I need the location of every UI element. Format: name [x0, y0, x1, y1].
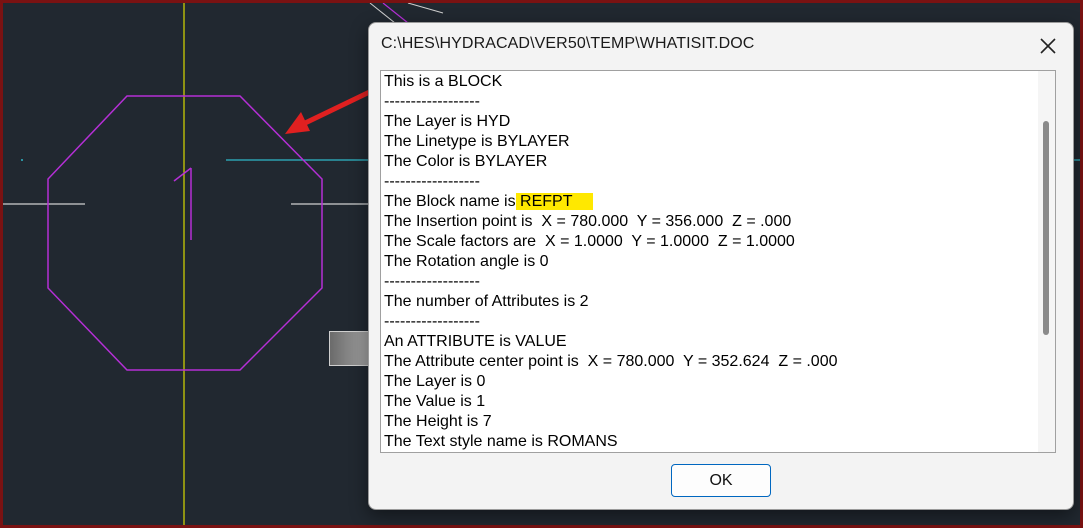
text-line: The Layer is HYD: [384, 113, 511, 130]
scrollbar-thumb[interactable]: [1043, 121, 1049, 335]
text-line: The Rotation angle is 0: [384, 253, 549, 270]
block-name-line: The Block name is REFPT: [384, 192, 1036, 212]
text-line: The Value is 1: [384, 393, 486, 410]
text-line: The Text style name is ROMANS: [384, 433, 618, 450]
gray-block-shape: [329, 331, 373, 366]
ok-button[interactable]: OK: [671, 464, 771, 497]
vertical-scrollbar[interactable]: [1038, 71, 1055, 452]
octagon-label-digit: [173, 167, 192, 240]
close-button[interactable]: [1035, 33, 1061, 59]
dialog-title: C:\HES\HYDRACAD\VER50\TEMP\WHATISIT.DOC: [381, 35, 755, 52]
separator-line: ------------------: [384, 313, 480, 330]
text-line: The Scale factors are X = 1.0000 Y = 1.0…: [384, 233, 795, 250]
text-line: The Layer is 0: [384, 373, 486, 390]
block-name-label: The Block name is: [384, 193, 516, 210]
text-line: This is a BLOCK: [384, 73, 503, 90]
separator-line: ------------------: [384, 273, 480, 290]
white-diagonal-line-a: [369, 3, 396, 24]
info-dialog: C:\HES\HYDRACAD\VER50\TEMP\WHATISIT.DOC …: [368, 22, 1074, 510]
white-diagonal-line-b: [407, 3, 444, 14]
text-line: The Attribute center point is X = 780.00…: [384, 353, 838, 370]
document-lines: This is a BLOCK ------------------ The L…: [384, 72, 1036, 452]
text-line: An ATTRIBUTE is VALUE: [384, 333, 567, 350]
block-name-highlight: REFPT: [515, 193, 593, 210]
close-icon: [1040, 38, 1056, 54]
octagon-symbol[interactable]: [47, 95, 323, 371]
magenta-diagonal-line: [382, 3, 409, 24]
document-text-area[interactable]: This is a BLOCK ------------------ The L…: [380, 70, 1056, 453]
text-line: The Color is BYLAYER: [384, 153, 548, 170]
text-line: The number of Attributes is 2: [384, 293, 589, 310]
text-line: The Height is 7: [384, 413, 492, 430]
separator-line: ------------------: [384, 173, 480, 190]
text-line: The Insertion point is X = 780.000 Y = 3…: [384, 213, 792, 230]
separator-line: ------------------: [384, 93, 480, 110]
text-line: The Linetype is BYLAYER: [384, 133, 570, 150]
